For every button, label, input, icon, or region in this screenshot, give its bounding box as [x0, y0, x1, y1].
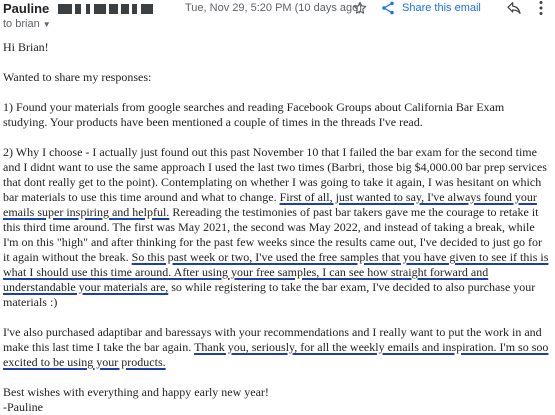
sender-name[interactable]: Pauline	[3, 1, 49, 16]
response-1: 1) Found your materials from google sear…	[3, 100, 505, 129]
chevron-down-icon[interactable]: ▼	[43, 20, 51, 29]
recipient-line[interactable]: to brian ▼	[3, 18, 51, 30]
signature: -Pauline	[3, 400, 43, 414]
star-icon[interactable]	[352, 0, 368, 16]
email-header: Pauline Tue, Nov 29, 5:20 PM (10 days ag…	[0, 0, 555, 34]
share-icon[interactable]	[380, 0, 396, 16]
email-body: Hi Brian! Wanted to share my responses: …	[3, 40, 551, 415]
closing-line: Best wishes with everything and happy ea…	[3, 385, 269, 399]
email-date: Tue, Nov 29, 5:20 PM (10 days ago)	[185, 2, 362, 14]
more-vert-icon[interactable]	[538, 0, 544, 16]
redacted-email-address	[58, 4, 158, 14]
response-2: 2) Why I choose - I actually just found …	[3, 145, 551, 310]
share-email-link[interactable]: Share this email	[402, 2, 481, 14]
sign-off: Best wishes with everything and happy ea…	[3, 385, 551, 415]
reply-icon[interactable]	[506, 0, 522, 16]
greeting: Hi Brian!	[3, 40, 49, 54]
recipient-label: to brian	[3, 18, 40, 30]
paragraph-3: I've also purchased adaptibar and baress…	[3, 325, 551, 370]
intro-line: Wanted to share my responses:	[3, 70, 152, 84]
